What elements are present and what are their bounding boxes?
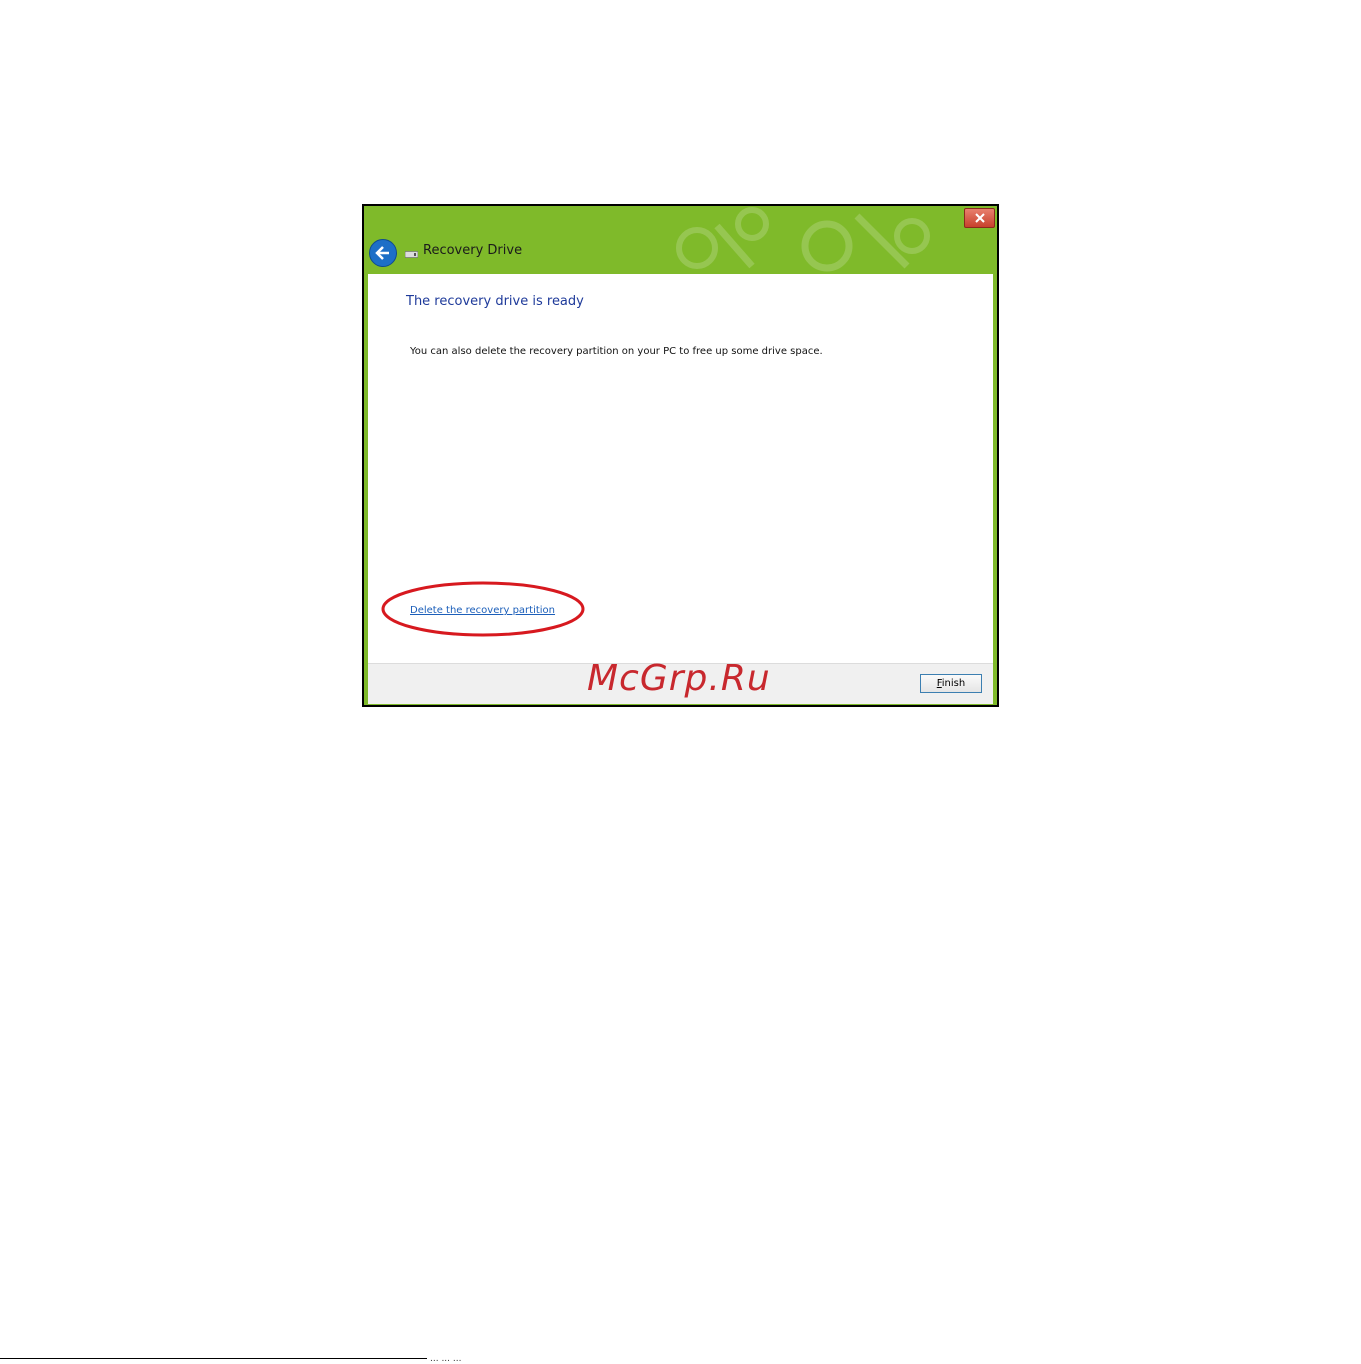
header-background-pattern xyxy=(676,207,930,272)
delete-recovery-partition-link[interactable]: Delete the recovery partition xyxy=(410,605,555,616)
close-button[interactable] xyxy=(964,208,995,228)
finish-button[interactable]: Finish xyxy=(920,674,982,693)
back-arrow-icon xyxy=(375,246,389,260)
close-icon xyxy=(974,213,985,223)
page-heading: The recovery drive is ready xyxy=(406,294,584,309)
content-pane: The recovery drive is ready You can also… xyxy=(368,274,993,663)
finish-label-rest: inish xyxy=(941,678,966,689)
description-text: You can also delete the recovery partiti… xyxy=(410,346,823,357)
page-footer-rule xyxy=(0,1358,427,1359)
watermark: McGrp.Ru xyxy=(587,658,771,699)
window-title: Recovery Drive xyxy=(423,243,523,258)
page-footer-text: ... ... ... xyxy=(430,1354,462,1364)
usb-drive-icon xyxy=(405,251,418,258)
recovery-drive-window: Recovery Drive The recovery drive is rea… xyxy=(362,204,999,707)
back-button[interactable] xyxy=(369,239,397,267)
